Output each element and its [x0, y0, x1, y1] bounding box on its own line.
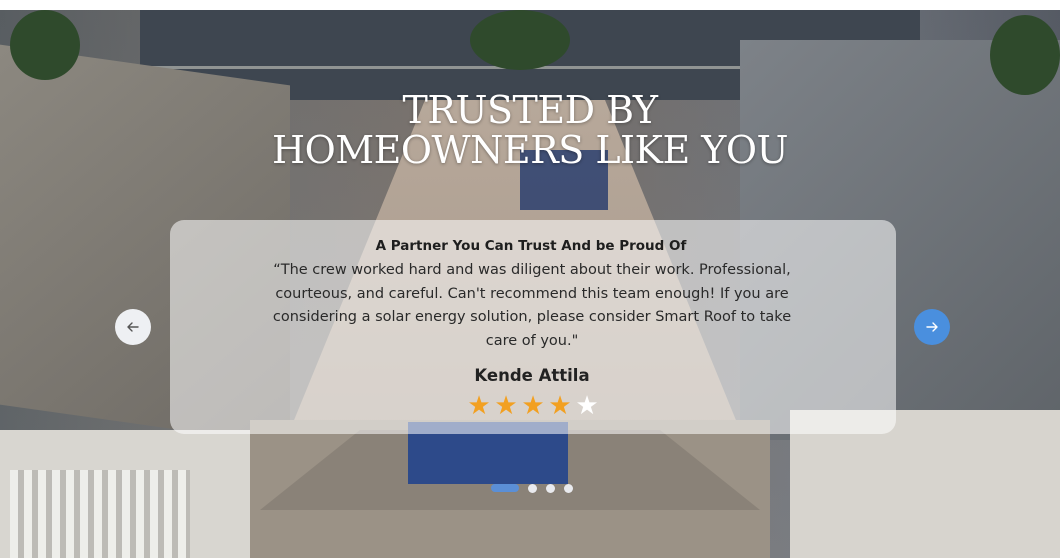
testimonial-author: Kende Attila [474, 366, 590, 385]
star-rating: ★ ★ ★ ★ ★ [466, 393, 602, 419]
star-filled-icon: ★ [521, 391, 545, 421]
star-filled-icon: ★ [494, 391, 518, 421]
section-title: TRUSTED BY HOMEOWNERS LIKE YOU [0, 90, 1060, 170]
pergola [10, 470, 190, 558]
arrow-left-icon [127, 322, 139, 332]
arrow-right-icon [926, 322, 938, 332]
carousel-dot-3[interactable] [546, 483, 555, 493]
star-empty-icon: ★ [575, 391, 599, 421]
carousel-dot-4[interactable] [564, 483, 573, 493]
tree [470, 10, 570, 70]
next-slide-button[interactable] [914, 309, 950, 345]
title-line-1: TRUSTED BY [402, 88, 659, 132]
tree [10, 10, 80, 80]
tree [990, 15, 1060, 95]
carousel-dot-1[interactable] [491, 484, 519, 492]
prev-slide-button[interactable] [115, 309, 151, 345]
testimonial-quote: “The crew worked hard and was diligent a… [272, 262, 792, 349]
testimonial-section: TRUSTED BY HOMEOWNERS LIKE YOU A Partner… [0, 10, 1060, 558]
star-filled-icon: ★ [548, 391, 572, 421]
title-line-2: HOMEOWNERS LIKE YOU [271, 128, 789, 172]
carousel-dot-2[interactable] [528, 483, 537, 493]
star-filled-icon: ★ [467, 391, 491, 421]
testimonial-headline: A Partner You Can Trust And be Proud Of [375, 238, 687, 254]
carousel-pagination [491, 483, 573, 493]
